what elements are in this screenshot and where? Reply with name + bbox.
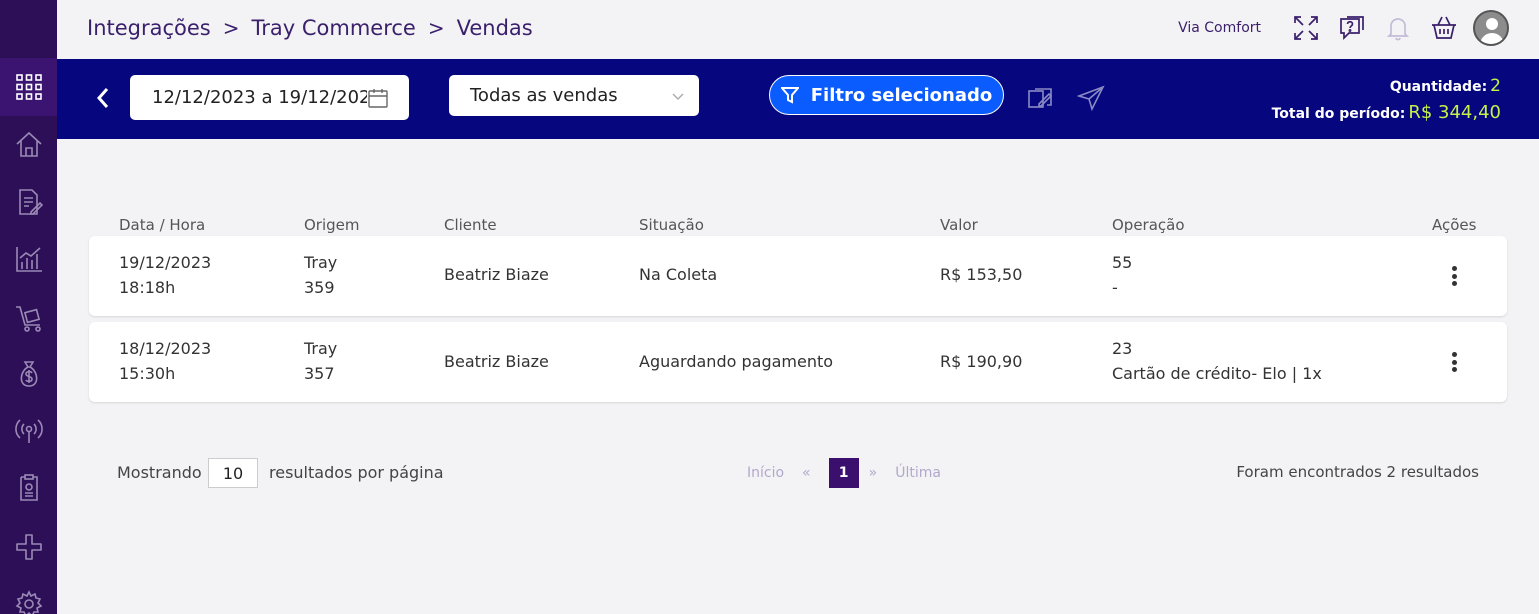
table-row[interactable]: 18/12/2023 15:30h Tray 357 Beatriz Biaze… <box>89 322 1507 402</box>
user-area: Via Comfort <box>1178 10 1509 46</box>
chevron-right-icon: > <box>222 16 240 40</box>
column-header-client: Cliente <box>444 216 497 234</box>
company-name[interactable]: Via Comfort <box>1178 20 1261 36</box>
total-value: R$ 344,40 <box>1408 102 1501 123</box>
basket-icon[interactable] <box>1429 13 1459 43</box>
column-header-origin: Origem <box>304 216 360 234</box>
broadcast-icon[interactable] <box>0 406 57 456</box>
results-count: Foram encontrados 2 resultados <box>1236 463 1479 481</box>
page-last[interactable]: Última <box>895 465 941 481</box>
more-actions-icon[interactable] <box>1448 348 1460 376</box>
breadcrumb-item-vendas: Vendas <box>456 16 533 40</box>
page-first[interactable]: Início <box>747 465 784 481</box>
calendar-icon[interactable] <box>367 87 389 109</box>
breadcrumb-item-integracoes[interactable]: Integrações <box>87 16 211 40</box>
filter-icon <box>780 87 799 104</box>
help-icon[interactable] <box>1337 13 1367 43</box>
row-status: Na Coleta <box>639 265 718 284</box>
more-actions-icon[interactable] <box>1448 262 1460 290</box>
fullscreen-icon[interactable] <box>1291 13 1321 43</box>
top-header: Integrações > Tray Commerce > Vendas Via… <box>57 0 1539 59</box>
row-status: Aguardando pagamento <box>639 352 834 371</box>
column-header-status: Situação <box>639 216 704 234</box>
date-range-value: 12/12/2023 a 19/12/2023 <box>152 87 382 108</box>
filter-button[interactable]: Filtro selecionado <box>769 75 1004 115</box>
sidebar <box>0 0 57 614</box>
per-page-input[interactable]: 10 <box>208 458 258 488</box>
row-operation-detail: - <box>1112 278 1118 297</box>
apps-grid-icon[interactable] <box>0 58 57 116</box>
period-totals: Quantidade: 2 Total do período: R$ 344,4… <box>1272 76 1501 128</box>
home-icon[interactable] <box>0 119 57 169</box>
table-header: Data / Hora Origem Cliente Situação Valo… <box>89 214 1507 236</box>
sales-type-value: Todas as vendas <box>470 85 618 106</box>
bell-icon[interactable] <box>1383 13 1413 43</box>
filter-bar: 12/12/2023 a 19/12/2023 Todas as vendas … <box>57 59 1539 139</box>
row-date: 18/12/2023 <box>119 339 212 358</box>
quantity-value: 2 <box>1490 76 1501 96</box>
column-header-actions: Ações <box>1432 216 1477 234</box>
column-header-date: Data / Hora <box>119 216 206 234</box>
column-header-value: Valor <box>940 216 978 234</box>
page-current[interactable]: 1 <box>828 458 859 488</box>
row-client: Beatriz Biaze <box>444 265 549 284</box>
row-operation: 23 <box>1112 339 1133 358</box>
column-header-operation: Operação <box>1112 216 1185 234</box>
document-edit-icon[interactable] <box>0 177 57 227</box>
showing-label: Mostrando <box>117 463 202 482</box>
total-label: Total do período: <box>1271 106 1406 122</box>
user-avatar[interactable] <box>1473 10 1509 46</box>
row-operation-detail: Cartão de crédito- Elo | 1x <box>1112 364 1322 383</box>
page-prev[interactable]: « <box>802 465 811 481</box>
sales-type-select[interactable]: Todas as vendas <box>449 75 699 116</box>
breadcrumb-item-tray[interactable]: Tray Commerce <box>252 16 416 40</box>
row-origin-id: 359 <box>304 278 335 297</box>
row-value: R$ 153,50 <box>940 265 1023 284</box>
money-bag-icon[interactable] <box>0 349 57 399</box>
integration-icon[interactable] <box>0 522 57 572</box>
row-origin: Tray <box>304 253 338 272</box>
chevron-right-icon: > <box>427 16 445 40</box>
date-range-input[interactable]: 12/12/2023 a 19/12/2023 <box>130 75 409 120</box>
report-icon[interactable] <box>0 463 57 513</box>
chevron-down-icon <box>671 88 685 102</box>
row-time: 18:18h <box>119 278 176 297</box>
pagination: Início « 1 » Última <box>747 458 959 488</box>
per-page-suffix: resultados por página <box>269 463 444 482</box>
table-footer: Mostrando 10 resultados por página Iníci… <box>117 458 1479 488</box>
breadcrumb: Integrações > Tray Commerce > Vendas <box>87 16 533 40</box>
row-client: Beatriz Biaze <box>444 352 549 371</box>
page-next[interactable]: » <box>869 465 878 481</box>
row-operation: 55 <box>1112 253 1133 272</box>
row-value: R$ 190,90 <box>940 352 1023 371</box>
row-date: 19/12/2023 <box>119 253 212 272</box>
edit-batch-icon[interactable] <box>1027 85 1055 111</box>
row-origin-id: 357 <box>304 364 335 383</box>
settings-icon[interactable] <box>0 579 57 614</box>
back-icon[interactable] <box>93 85 113 111</box>
send-icon[interactable] <box>1076 85 1105 112</box>
row-origin: Tray <box>304 339 338 358</box>
quantity-label: Quantidade: <box>1389 79 1488 95</box>
filter-button-label: Filtro selecionado <box>810 84 993 106</box>
row-time: 15:30h <box>119 364 176 383</box>
table-row[interactable]: 19/12/2023 18:18h Tray 359 Beatriz Biaze… <box>89 236 1507 316</box>
chart-icon[interactable] <box>0 234 57 284</box>
cart-icon[interactable] <box>0 293 57 343</box>
